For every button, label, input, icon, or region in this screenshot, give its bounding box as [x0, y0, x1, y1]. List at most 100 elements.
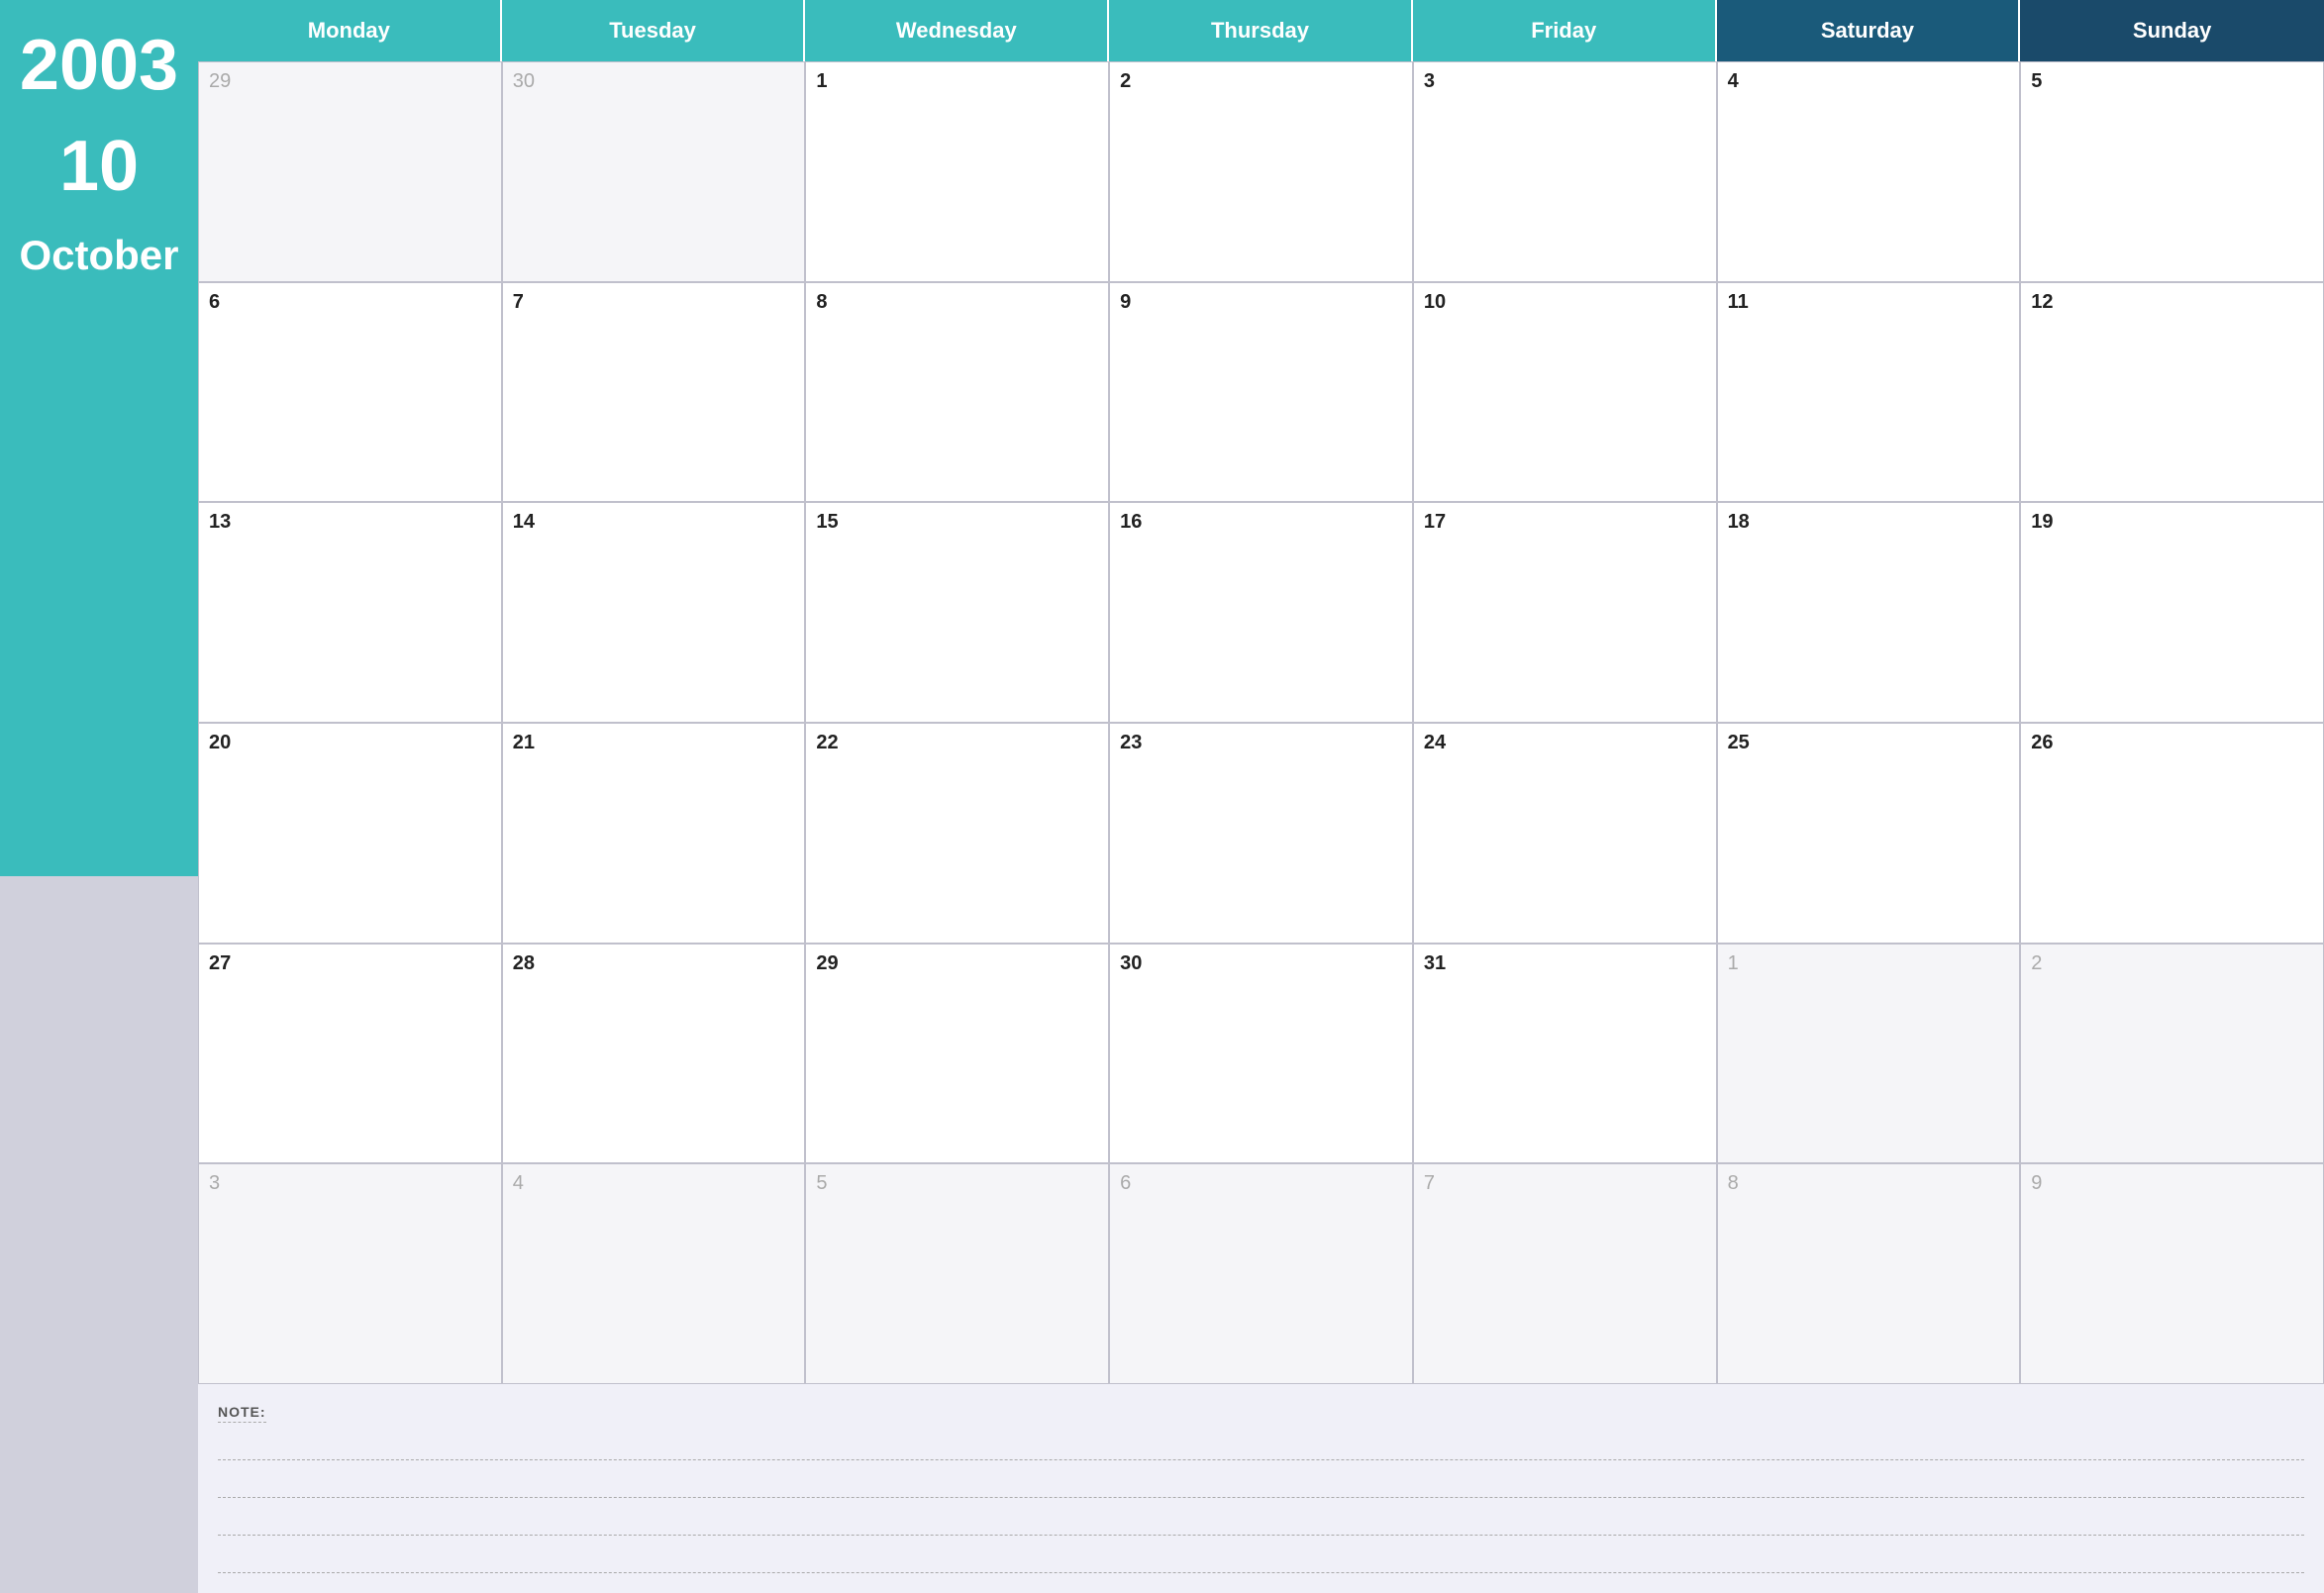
calendar-grid: 2930123456789101112131415161718192021222… [198, 61, 2324, 1384]
header-wednesday: Wednesday [805, 0, 1109, 61]
cell-number: 18 [1728, 511, 2010, 534]
calendar-cell[interactable]: 14 [502, 502, 806, 723]
cell-number: 30 [513, 70, 795, 93]
cell-number: 26 [2031, 732, 2313, 754]
calendar-cell[interactable]: 30 [1109, 944, 1413, 1164]
calendar-cell[interactable]: 13 [198, 502, 502, 723]
header-saturday: Saturday [1717, 0, 2021, 61]
calendar-cell[interactable]: 23 [1109, 723, 1413, 944]
sidebar-year: 2003 [20, 30, 178, 101]
calendar-cell[interactable]: 6 [1109, 1163, 1413, 1384]
cell-number: 28 [513, 952, 795, 975]
cell-number: 15 [816, 511, 1098, 534]
calendar-cell[interactable]: 25 [1717, 723, 2021, 944]
calendar-cell[interactable]: 19 [2020, 502, 2324, 723]
calendar-cell[interactable]: 30 [502, 61, 806, 282]
calendar-cell[interactable]: 24 [1413, 723, 1717, 944]
sidebar-month: October [19, 232, 178, 279]
cell-number: 23 [1120, 732, 1402, 754]
header-tuesday: Tuesday [502, 0, 806, 61]
cell-number: 3 [1424, 70, 1706, 93]
cell-number: 1 [1728, 952, 2010, 975]
cell-number: 8 [816, 291, 1098, 314]
cell-number: 2 [2031, 952, 2313, 975]
cell-number: 19 [2031, 511, 2313, 534]
cell-number: 17 [1424, 511, 1706, 534]
calendar-cell[interactable]: 27 [198, 944, 502, 1164]
cell-number: 6 [1120, 1172, 1402, 1195]
calendar-cell[interactable]: 3 [198, 1163, 502, 1384]
cell-number: 31 [1424, 952, 1706, 975]
calendar-cell[interactable]: 12 [2020, 282, 2324, 503]
cell-number: 9 [1120, 291, 1402, 314]
cell-number: 10 [1424, 291, 1706, 314]
notes-section: NOTE: [198, 1384, 2324, 1593]
cell-number: 29 [209, 70, 491, 93]
cell-number: 16 [1120, 511, 1402, 534]
cell-number: 9 [2031, 1172, 2313, 1195]
cell-number: 14 [513, 511, 795, 534]
calendar-cell[interactable]: 4 [1717, 61, 2021, 282]
cell-number: 11 [1728, 291, 2010, 314]
days-header: Monday Tuesday Wednesday Thursday Friday… [198, 0, 2324, 61]
cell-number: 7 [1424, 1172, 1706, 1195]
cell-number: 1 [816, 70, 1098, 93]
note-label: NOTE: [218, 1404, 266, 1423]
calendar-cell[interactable]: 8 [1717, 1163, 2021, 1384]
cell-number: 5 [2031, 70, 2313, 93]
calendar-cell[interactable]: 6 [198, 282, 502, 503]
calendar-cell[interactable]: 22 [805, 723, 1109, 944]
calendar-cell[interactable]: 5 [805, 1163, 1109, 1384]
cell-number: 6 [209, 291, 491, 314]
cell-number: 27 [209, 952, 491, 975]
cell-number: 21 [513, 732, 795, 754]
calendar-cell[interactable]: 11 [1717, 282, 2021, 503]
cell-number: 25 [1728, 732, 2010, 754]
cell-number: 12 [2031, 291, 2313, 314]
cell-number: 20 [209, 732, 491, 754]
note-line-2 [218, 1468, 2304, 1498]
sidebar-week: 10 [59, 131, 139, 202]
calendar-cell[interactable]: 4 [502, 1163, 806, 1384]
cell-number: 4 [1728, 70, 2010, 93]
cell-number: 22 [816, 732, 1098, 754]
calendar-cell[interactable]: 1 [805, 61, 1109, 282]
calendar-cell[interactable]: 2 [1109, 61, 1413, 282]
calendar-cell[interactable]: 7 [1413, 1163, 1717, 1384]
calendar-cell[interactable]: 10 [1413, 282, 1717, 503]
calendar-cell[interactable]: 29 [198, 61, 502, 282]
calendar-cell[interactable]: 9 [1109, 282, 1413, 503]
cell-number: 3 [209, 1172, 491, 1195]
calendar-cell[interactable]: 15 [805, 502, 1109, 723]
cell-number: 24 [1424, 732, 1706, 754]
calendar-cell[interactable]: 18 [1717, 502, 2021, 723]
calendar-cell[interactable]: 21 [502, 723, 806, 944]
calendar-cell[interactable]: 29 [805, 944, 1109, 1164]
calendar-cell[interactable]: 28 [502, 944, 806, 1164]
calendar-cell[interactable]: 3 [1413, 61, 1717, 282]
calendar-cell[interactable]: 8 [805, 282, 1109, 503]
cell-number: 2 [1120, 70, 1402, 93]
calendar-cell[interactable]: 20 [198, 723, 502, 944]
cell-number: 5 [816, 1172, 1098, 1195]
sidebar: 2003 10 October [0, 0, 198, 1593]
cell-number: 29 [816, 952, 1098, 975]
calendar-cell[interactable]: 7 [502, 282, 806, 503]
header-sunday: Sunday [2020, 0, 2324, 61]
cell-number: 7 [513, 291, 795, 314]
note-line-4 [218, 1543, 2304, 1573]
calendar-cell[interactable]: 16 [1109, 502, 1413, 723]
calendar-cell[interactable]: 31 [1413, 944, 1717, 1164]
calendar-wrapper: 2003 10 October Monday Tuesday Wednesday… [0, 0, 2324, 1593]
header-friday: Friday [1413, 0, 1717, 61]
calendar-cell[interactable]: 17 [1413, 502, 1717, 723]
cell-number: 30 [1120, 952, 1402, 975]
cell-number: 13 [209, 511, 491, 534]
calendar-main: Monday Tuesday Wednesday Thursday Friday… [198, 0, 2324, 1593]
note-line-1 [218, 1431, 2304, 1460]
calendar-cell[interactable]: 5 [2020, 61, 2324, 282]
calendar-cell[interactable]: 9 [2020, 1163, 2324, 1384]
calendar-cell[interactable]: 1 [1717, 944, 2021, 1164]
calendar-cell[interactable]: 2 [2020, 944, 2324, 1164]
calendar-cell[interactable]: 26 [2020, 723, 2324, 944]
